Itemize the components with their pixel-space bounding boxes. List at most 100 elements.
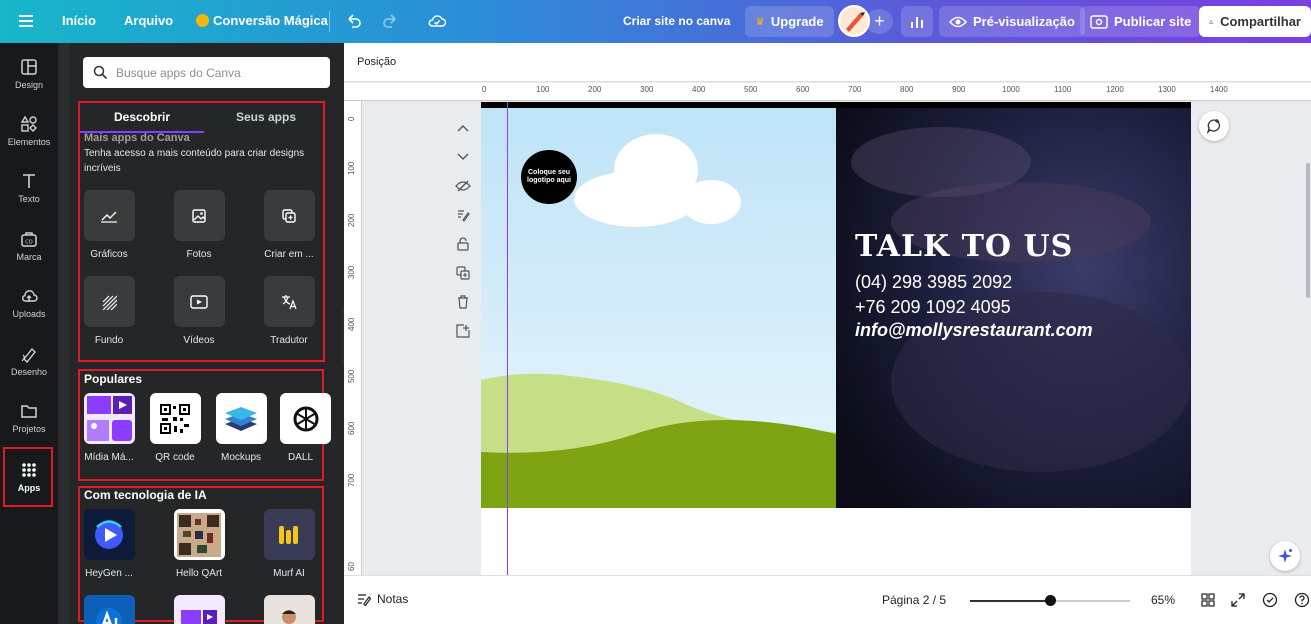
rail-item-projects[interactable]: Projetos bbox=[0, 390, 58, 445]
app-tile-hello-qart[interactable]: Hello QArt bbox=[162, 509, 236, 579]
home-link[interactable]: Início bbox=[62, 13, 96, 28]
ruler-label: 60 bbox=[347, 562, 356, 571]
rail-item-uploads[interactable]: Uploads bbox=[0, 275, 58, 330]
canvas-scrollbar[interactable] bbox=[1306, 163, 1310, 298]
trash-icon[interactable] bbox=[452, 287, 474, 316]
insights-button[interactable] bbox=[901, 6, 933, 37]
app-tile-create-in[interactable]: Criar em ... bbox=[252, 190, 326, 260]
openai-icon bbox=[293, 406, 318, 431]
create-site-title[interactable]: Criar site no canva bbox=[623, 14, 730, 28]
rail-label: Desenho bbox=[10, 366, 48, 377]
app-tile-ai-more-3[interactable] bbox=[252, 595, 326, 624]
share-button[interactable]: Compartilhar bbox=[1199, 6, 1311, 37]
ruler-label: 1000 bbox=[1002, 85, 1020, 94]
cloud-upload-icon bbox=[22, 289, 38, 302]
ruler-label: 500 bbox=[744, 85, 758, 94]
magic-media-icon bbox=[86, 396, 132, 441]
app-tile-background[interactable]: Fundo bbox=[72, 276, 146, 346]
tab-your-apps[interactable]: Seus apps bbox=[204, 105, 328, 133]
position-button[interactable]: Posição bbox=[357, 56, 396, 68]
upgrade-button[interactable]: ♛ Upgrade bbox=[745, 6, 834, 37]
rail-item-brand[interactable]: CO Marca bbox=[0, 218, 58, 273]
app-tile-icon bbox=[173, 190, 225, 241]
tab-bar: Descobrir Seus apps bbox=[80, 105, 328, 133]
chevron-down-icon[interactable] bbox=[452, 142, 474, 171]
zoom-value[interactable]: 65% bbox=[1151, 593, 1175, 607]
help-icon[interactable] bbox=[1294, 592, 1310, 611]
app-tile-heygen[interactable]: HeyGen ... bbox=[72, 509, 146, 579]
rail-label: Projetos bbox=[12, 423, 46, 434]
check-icon[interactable] bbox=[1262, 592, 1278, 611]
app-tile-dalle[interactable]: DALL bbox=[270, 393, 331, 463]
translate-icon bbox=[282, 294, 297, 309]
ruler-label: 200 bbox=[588, 85, 602, 94]
add-page-icon[interactable] bbox=[452, 316, 474, 345]
magic-switch-label: Conversão Mágica bbox=[213, 13, 328, 28]
file-menu[interactable]: Arquivo bbox=[124, 13, 173, 28]
notes-edit-icon[interactable] bbox=[452, 200, 474, 229]
logo-placeholder[interactable]: Coloque seu logotipo aqui bbox=[521, 150, 577, 204]
app-tile-translator[interactable]: Tradutor bbox=[252, 276, 326, 346]
app-tile-icon bbox=[173, 509, 225, 560]
magic-assistant-icon[interactable] bbox=[1270, 541, 1300, 571]
ruler-label: 200 bbox=[347, 213, 356, 227]
rail-item-elements[interactable]: Elementos bbox=[0, 103, 58, 158]
app-tile-label: Fotos bbox=[186, 249, 212, 260]
undo-icon[interactable] bbox=[345, 12, 363, 30]
app-tile-photos[interactable]: Fotos bbox=[162, 190, 236, 260]
tab-discover[interactable]: Descobrir bbox=[80, 105, 204, 133]
grid-view-icon[interactable] bbox=[1201, 593, 1215, 610]
app-tile-mockups[interactable]: Mockups bbox=[204, 393, 278, 463]
app-tile-magic-media[interactable]: Mídia Má... bbox=[72, 393, 146, 463]
app-tile-videos[interactable]: Vídeos bbox=[162, 276, 236, 346]
cloud-saved-icon[interactable] bbox=[427, 11, 447, 31]
app-tile-icon bbox=[263, 595, 315, 624]
phone-2-text[interactable]: +76 209 1092 4095 bbox=[855, 297, 1011, 318]
app-tile-charts[interactable]: Gráficos bbox=[72, 190, 146, 260]
phone-1-text[interactable]: (04) 298 3985 2092 bbox=[855, 272, 1012, 293]
ruler-label: 0 bbox=[347, 116, 356, 121]
magic-switch-button[interactable]: Conversão Mágica bbox=[196, 13, 328, 28]
app-tile-label: Fundo bbox=[94, 335, 124, 346]
rail-item-design[interactable]: Design bbox=[0, 46, 58, 101]
heading-text[interactable]: TALK TO US bbox=[855, 229, 1073, 264]
ruler-label: 600 bbox=[796, 85, 810, 94]
fullscreen-icon[interactable] bbox=[1231, 593, 1245, 610]
search-input[interactable]: Busque apps do Canva bbox=[83, 57, 330, 88]
menu-icon[interactable] bbox=[18, 13, 34, 29]
pen-icon bbox=[21, 347, 36, 363]
qr-art-icon bbox=[177, 512, 221, 557]
publish-site-button[interactable]: Publicar site bbox=[1080, 6, 1202, 37]
search-placeholder: Busque apps do Canva bbox=[116, 65, 241, 80]
add-people-icon[interactable]: + bbox=[866, 9, 893, 34]
app-tile-ai-more-2[interactable] bbox=[162, 595, 236, 624]
add-comment-icon[interactable] bbox=[1199, 111, 1229, 141]
email-text[interactable]: info@mollysrestaurant.com bbox=[855, 320, 1093, 341]
image-icon bbox=[192, 208, 206, 223]
lock-icon[interactable] bbox=[452, 229, 474, 258]
app-tile-icon bbox=[280, 393, 331, 444]
zoom-slider-knob[interactable] bbox=[1045, 595, 1056, 606]
rail-item-text[interactable]: Texto bbox=[0, 160, 58, 215]
rail-item-draw[interactable]: Desenho bbox=[0, 333, 58, 388]
crown-icon bbox=[196, 14, 209, 27]
app-tile-icon bbox=[263, 276, 315, 327]
chevron-up-icon[interactable] bbox=[452, 113, 474, 142]
design-page[interactable]: Coloque seu logotipo aqui TALK TO US (04… bbox=[481, 102, 1191, 576]
notes-button[interactable]: Notas bbox=[357, 592, 408, 606]
highlight-box bbox=[3, 447, 53, 507]
app-tile-icon bbox=[83, 276, 135, 327]
duplicate-icon[interactable] bbox=[452, 258, 474, 287]
copy-icon bbox=[282, 208, 296, 223]
preview-button[interactable]: Pré-visualização bbox=[939, 6, 1085, 37]
hide-page-icon[interactable] bbox=[452, 171, 474, 200]
text-icon bbox=[23, 173, 35, 188]
app-tile-murf-ai[interactable]: Murf AI bbox=[252, 509, 326, 579]
eye-icon bbox=[949, 16, 967, 27]
zoom-slider[interactable] bbox=[970, 595, 1130, 606]
app-tile-qr-code[interactable]: QR code bbox=[138, 393, 212, 463]
app-tile-ai-more-1[interactable] bbox=[72, 595, 146, 624]
redo-icon[interactable] bbox=[381, 12, 399, 30]
ruler-label: 500 bbox=[347, 369, 356, 383]
page-indicator[interactable]: Página 2 / 5 bbox=[882, 593, 946, 607]
